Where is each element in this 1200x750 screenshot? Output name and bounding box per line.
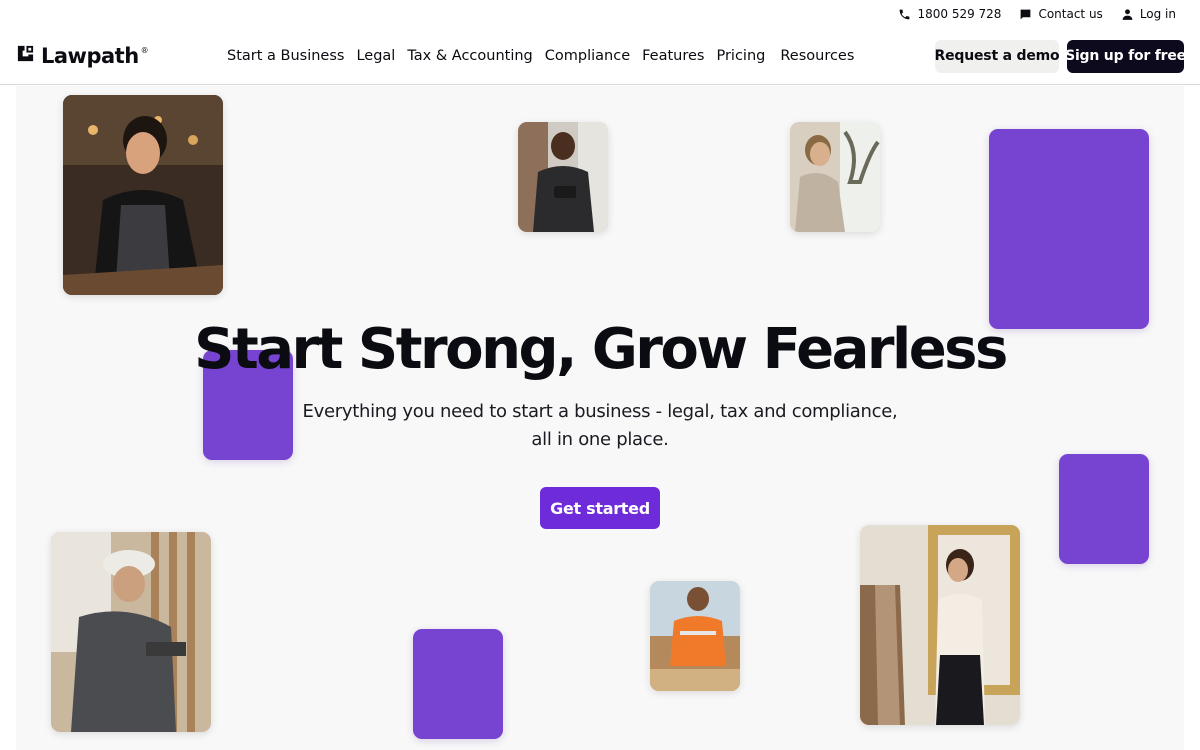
photo-electrician [51,532,211,732]
nav-pricing[interactable]: Pricing [716,48,765,64]
nav-features[interactable]: Features [642,48,704,64]
lawpath-logo-icon [16,44,35,68]
sign-up-button[interactable]: Sign up for free [1065,39,1186,73]
photo-boutique-owner [860,525,1020,725]
main-header: Lawpath ® Start a Business Legal Tax & A… [0,28,1200,85]
decorative-purple-tile [413,629,503,739]
login-link[interactable]: Log in [1121,7,1176,21]
photo-man-tablet [518,122,608,232]
photo-tradesperson [650,581,740,691]
photo-woman-window [790,122,880,232]
phone-icon [898,8,911,21]
logo-text: Lawpath [41,44,139,68]
lawpath-logo[interactable]: Lawpath ® [16,44,206,68]
phone-number: 1800 529 728 [917,7,1002,21]
photo-chef [63,95,223,295]
main-nav: Start a Business Legal Tax & Accounting … [227,48,854,64]
phone-link[interactable]: 1800 529 728 [898,7,1001,21]
nav-legal[interactable]: Legal [356,48,395,64]
utility-bar: 1800 529 728 Contact us Log in [0,0,1200,28]
header-actions: Request a demo Sign up for free [935,39,1186,73]
nav-tax-accounting[interactable]: Tax & Accounting [407,48,532,64]
chat-icon [1019,8,1032,21]
nav-resources[interactable]: Resources [780,48,854,64]
request-demo-button[interactable]: Request a demo [935,39,1060,73]
hero-title: Start Strong, Grow Fearless [194,317,1008,382]
nav-start-a-business[interactable]: Start a Business [227,48,344,64]
get-started-button[interactable]: Get started [540,487,660,529]
user-icon [1121,8,1134,21]
login-label: Log in [1139,7,1176,21]
nav-compliance[interactable]: Compliance [545,48,630,64]
contact-link[interactable]: Contact us [1019,7,1103,21]
hero-subtitle: Everything you need to start a business … [302,401,898,450]
logo-registered-mark: ® [140,45,149,55]
decorative-purple-tile [989,129,1149,329]
contact-label: Contact us [1038,7,1103,21]
hero-section: Start Strong, Grow Fearless Everything y… [16,86,1184,750]
decorative-purple-tile [1059,454,1149,564]
